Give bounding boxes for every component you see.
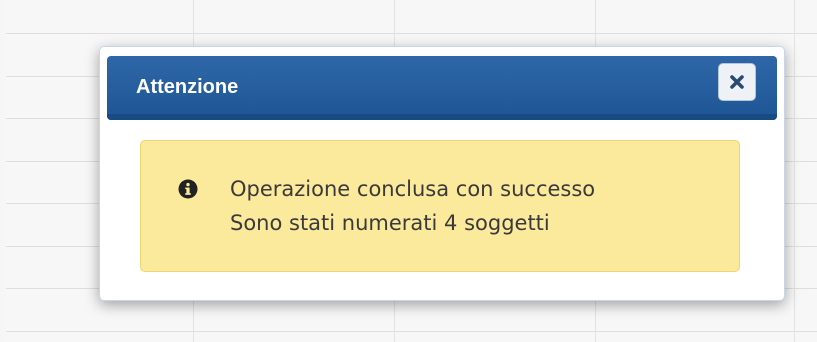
grid-line xyxy=(794,0,795,342)
alert-dialog: Attenzione Operazione conclusa con succe… xyxy=(99,46,785,301)
close-icon xyxy=(730,75,744,89)
alert-text: Operazione conclusa con successo Sono st… xyxy=(230,172,595,240)
close-button[interactable] xyxy=(718,63,756,101)
info-icon xyxy=(178,179,198,199)
alert-line-2: Sono stati numerati 4 soggetti xyxy=(230,211,550,235)
alert-line-1: Operazione conclusa con successo xyxy=(230,177,596,201)
alert-message-box: Operazione conclusa con successo Sono st… xyxy=(140,140,740,272)
grid-line xyxy=(6,331,817,332)
grid-line xyxy=(6,33,817,34)
header-stripe xyxy=(107,114,777,120)
dialog-header: Attenzione xyxy=(107,56,777,120)
dialog-title: Attenzione xyxy=(136,76,239,98)
